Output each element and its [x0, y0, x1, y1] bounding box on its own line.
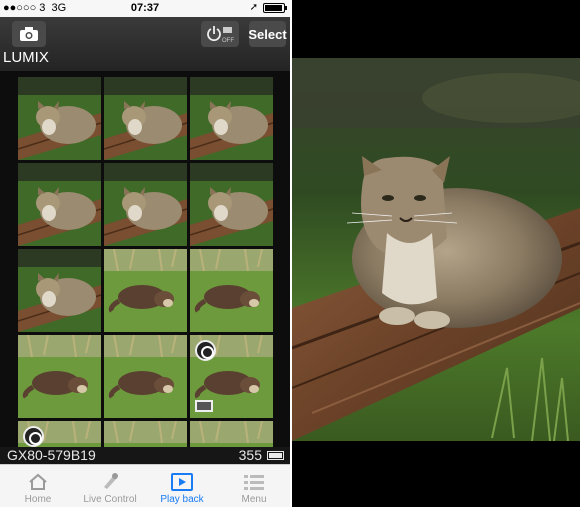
clock: 07:37: [130, 2, 160, 14]
power-off-button[interactable]: OFF: [201, 21, 239, 47]
tab-play-back[interactable]: Play back: [146, 465, 218, 507]
photo-thumbnail[interactable]: [190, 249, 273, 332]
select-button[interactable]: Select: [248, 21, 287, 47]
linked-image-icon: [23, 426, 44, 447]
remaining-shots: 355: [238, 447, 262, 463]
app-bar: LUMIX OFF Select: [0, 17, 290, 71]
tab-bar: Home Live Control Play back Menu: [0, 464, 290, 507]
thumbnail-grid: [17, 77, 275, 504]
camera-info-bar: GX80-579B19 355: [0, 447, 290, 464]
tab-live-control[interactable]: Live Control: [74, 465, 146, 507]
location-arrow-icon: ➚: [249, 2, 258, 13]
tab-home-label: Home: [24, 494, 52, 505]
tab-live-control-label: Live Control: [83, 494, 137, 505]
power-icon: OFF: [207, 26, 234, 44]
tab-home[interactable]: Home: [2, 465, 74, 507]
house-icon: [29, 473, 47, 490]
tab-menu-label: Menu: [241, 494, 267, 505]
phone-screenshot: ●●○○○ 3 3G 07:37 ➚ LUMIX OFF Select GX80…: [0, 0, 290, 507]
cat-photo: [292, 58, 580, 441]
photo-thumbnail[interactable]: [18, 249, 101, 332]
photo-thumbnail[interactable]: [190, 77, 273, 160]
tab-menu[interactable]: Menu: [218, 465, 290, 507]
screen: ●●○○○ 3 3G 07:37 ➚ LUMIX OFF Select GX80…: [0, 0, 580, 507]
status-bar: ●●○○○ 3 3G 07:37 ➚: [0, 0, 290, 17]
photo-thumbnail[interactable]: [190, 163, 273, 246]
photo-thumbnail[interactable]: [18, 77, 101, 160]
photo-thumbnail[interactable]: [104, 335, 187, 418]
brand-label: LUMIX: [3, 49, 49, 66]
tab-play-back-label: Play back: [160, 494, 204, 505]
camera-model: GX80-579B19: [7, 447, 96, 463]
linked-image-icon: [195, 340, 216, 361]
camera-connect-button[interactable]: [12, 21, 46, 47]
photo-thumbnail[interactable]: [104, 77, 187, 160]
burst-group-icon: [195, 400, 213, 412]
pen-icon: [104, 473, 118, 489]
list-icon: [244, 475, 264, 490]
battery-icon: [263, 2, 287, 13]
photo-thumbnail[interactable]: [104, 249, 187, 332]
photo-thumbnail[interactable]: [104, 163, 187, 246]
photo-thumbnail[interactable]: [190, 335, 273, 418]
photo-thumbnail[interactable]: [18, 163, 101, 246]
play-icon: [171, 473, 193, 491]
camera-icon: [20, 27, 38, 41]
camera-battery-icon: [267, 451, 284, 460]
photo-thumbnail[interactable]: [18, 335, 101, 418]
svg-text:OFF: OFF: [222, 38, 234, 44]
full-photo-view: [292, 0, 580, 507]
